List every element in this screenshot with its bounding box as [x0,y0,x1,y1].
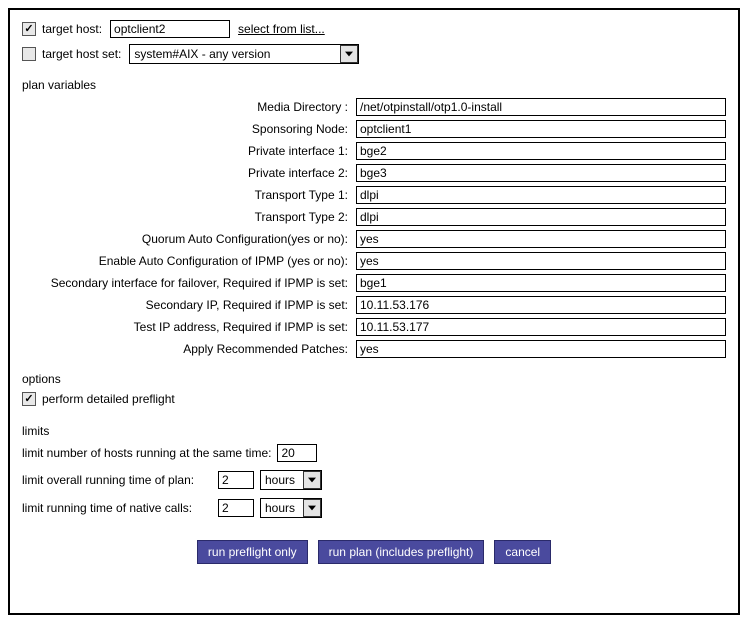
run-plan-button[interactable]: run plan (includes preflight) [318,540,485,564]
select-from-list-link[interactable]: select from list... [238,22,325,36]
plan-var-label: Private interface 1: [22,144,356,158]
target-host-set-select[interactable]: system#AIX - any version [129,44,359,64]
plan-var-label: Transport Type 2: [22,210,356,224]
plan-variables-list: Media Directory : Sponsoring Node: Private… [22,98,726,358]
plan-var-row: Enable Auto Configuration of IPMP (yes o… [22,252,726,270]
plan-var-input[interactable] [356,252,726,270]
target-host-set-label: target host set: [42,47,121,61]
plan-var-input[interactable] [356,296,726,314]
target-host-set-checkbox[interactable] [22,47,36,61]
plan-var-input[interactable] [356,230,726,248]
options-title: options [22,372,726,386]
limit-native-time-unit: hours [265,501,295,515]
limit-plan-time-unit-select[interactable]: hours [260,470,322,490]
run-preflight-button[interactable]: run preflight only [197,540,308,564]
limit-plan-time-label: limit overall running time of plan: [22,473,212,487]
cancel-button[interactable]: cancel [494,540,551,564]
limit-hosts-input[interactable] [277,444,317,462]
target-host-set-row: target host set: system#AIX - any versio… [22,44,726,64]
limits-title: limits [22,424,726,438]
plan-var-row: Transport Type 2: [22,208,726,226]
target-host-label: target host: [42,22,102,36]
plan-var-input[interactable] [356,340,726,358]
plan-var-label: Private interface 2: [22,166,356,180]
plan-var-label: Media Directory : [22,100,356,114]
plan-var-input[interactable] [356,142,726,160]
plan-var-row: Apply Recommended Patches: [22,340,726,358]
limit-plan-time-unit: hours [265,473,295,487]
chevron-down-icon [340,45,358,63]
plan-var-label: Quorum Auto Configuration(yes or no): [22,232,356,246]
limit-plan-time-input[interactable] [218,471,254,489]
target-host-input[interactable] [110,20,230,38]
limit-hosts-label: limit number of hosts running at the sam… [22,446,271,460]
plan-var-label: Apply Recommended Patches: [22,342,356,356]
plan-var-row: Test IP address, Required if IPMP is set… [22,318,726,336]
target-host-set-value: system#AIX - any version [134,47,270,61]
plan-var-label: Secondary IP, Required if IPMP is set: [22,298,356,312]
perform-preflight-row: perform detailed preflight [22,392,726,406]
button-bar: run preflight only run plan (includes pr… [22,540,726,564]
plan-var-label: Enable Auto Configuration of IPMP (yes o… [22,254,356,268]
plan-var-input[interactable] [356,208,726,226]
plan-var-label: Sponsoring Node: [22,122,356,136]
plan-var-row: Private interface 1: [22,142,726,160]
chevron-down-icon [303,499,321,517]
limit-hosts-row: limit number of hosts running at the sam… [22,444,726,462]
perform-preflight-checkbox[interactable] [22,392,36,406]
chevron-down-icon [303,471,321,489]
limit-plan-time-row: limit overall running time of plan: hour… [22,470,726,490]
plan-variables-title: plan variables [22,78,726,92]
limit-native-time-label: limit running time of native calls: [22,501,212,515]
plan-var-input[interactable] [356,318,726,336]
target-host-row: target host: select from list... [22,20,726,38]
plan-var-row: Media Directory : [22,98,726,116]
plan-var-input[interactable] [356,274,726,292]
plan-var-input[interactable] [356,120,726,138]
plan-var-input[interactable] [356,186,726,204]
plan-var-row: Private interface 2: [22,164,726,182]
plan-var-row: Sponsoring Node: [22,120,726,138]
plan-var-label: Transport Type 1: [22,188,356,202]
limit-native-time-row: limit running time of native calls: hour… [22,498,726,518]
limit-native-time-unit-select[interactable]: hours [260,498,322,518]
dialog-frame: target host: select from list... target … [8,8,740,615]
target-host-checkbox[interactable] [22,22,36,36]
plan-var-label: Secondary interface for failover, Requir… [22,276,356,290]
plan-var-input[interactable] [356,98,726,116]
plan-var-input[interactable] [356,164,726,182]
plan-var-row: Transport Type 1: [22,186,726,204]
perform-preflight-label: perform detailed preflight [42,392,175,406]
plan-var-label: Test IP address, Required if IPMP is set… [22,320,356,334]
limit-native-time-input[interactable] [218,499,254,517]
plan-var-row: Secondary IP, Required if IPMP is set: [22,296,726,314]
plan-var-row: Secondary interface for failover, Requir… [22,274,726,292]
plan-var-row: Quorum Auto Configuration(yes or no): [22,230,726,248]
